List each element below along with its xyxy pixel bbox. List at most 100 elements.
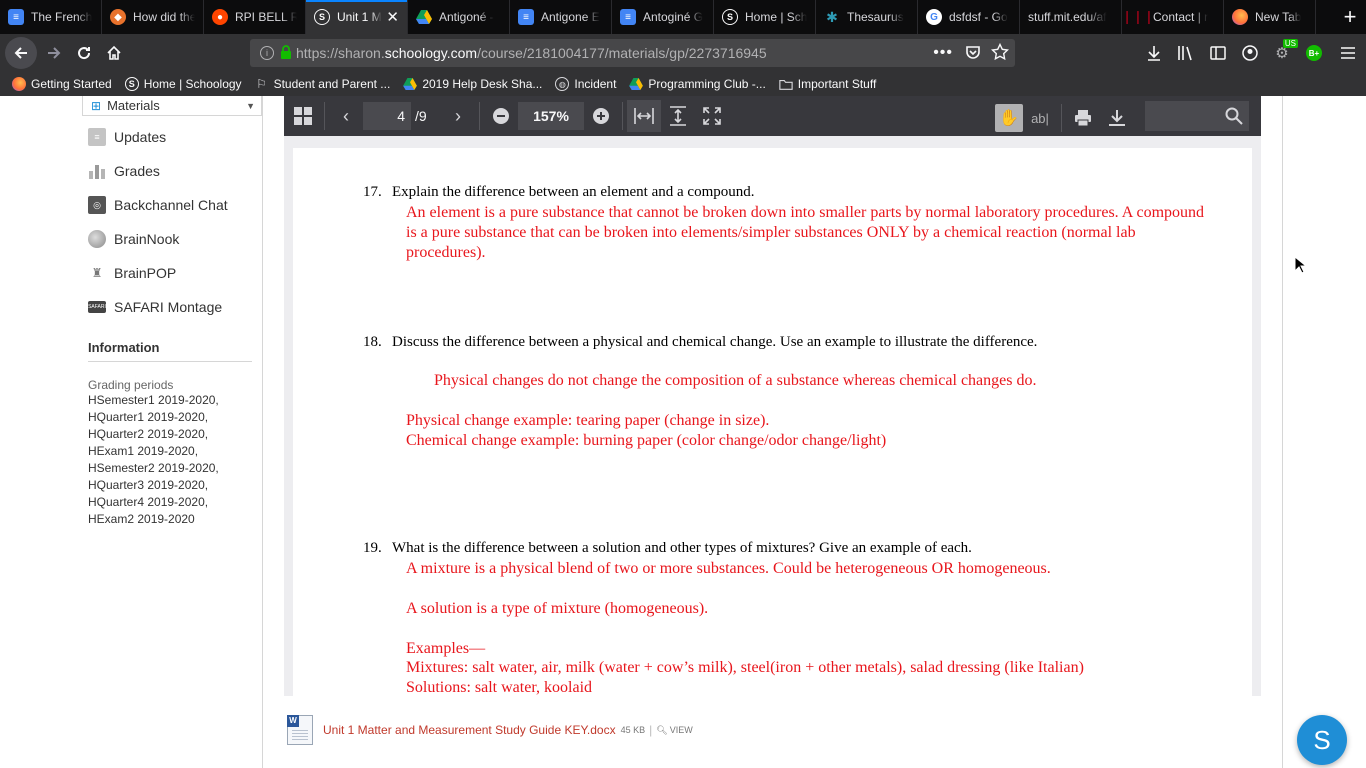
extension-us-button[interactable]: ⚙ US (1266, 38, 1298, 68)
caret-down-icon: ▼ (246, 100, 255, 111)
toolbar-divider (622, 102, 623, 130)
navigation-toolbar: i https://sharon.schoology.com/course/21… (0, 34, 1366, 72)
grading-period: HExam2 2019-2020 (88, 512, 195, 526)
back-button[interactable] (5, 37, 37, 69)
sidebar-item-updates[interactable]: ≡ Updates (82, 120, 262, 154)
bookmark-important-stuff[interactable]: Important Stuff (779, 77, 876, 91)
sidebar-toggle-button[interactable] (1202, 38, 1234, 68)
pocket-icon[interactable] (965, 44, 981, 63)
tab-active[interactable]: S Unit 1 M ✕ (306, 0, 408, 34)
print-button[interactable] (1066, 102, 1100, 134)
fullscreen-button[interactable] (695, 100, 729, 132)
menu-button[interactable] (1330, 38, 1366, 68)
download-button[interactable] (1100, 102, 1134, 134)
question-19: 19. What is the difference between a solu… (363, 540, 972, 556)
tab[interactable]: ≡ The French (0, 0, 102, 34)
bookmark-getting-started[interactable]: Getting Started (12, 77, 112, 91)
zoom-out-button[interactable] (484, 100, 518, 132)
grading-period: HExam1 2019-2020, (88, 444, 199, 458)
text-cursor-icon: ab| (1031, 110, 1049, 126)
sidebar-item-brainnook[interactable]: BrainNook (82, 222, 262, 256)
reload-button[interactable] (69, 38, 99, 68)
google-icon: G (926, 9, 942, 25)
docs-icon: ≡ (518, 9, 534, 25)
bookmark-student-parent[interactable]: ⚐ Student and Parent ... (255, 77, 390, 91)
page-actions-icon[interactable]: ••• (933, 44, 953, 62)
toolbar-divider (324, 102, 325, 130)
thumbnails-button[interactable] (286, 100, 320, 132)
url-bar[interactable]: i https://sharon.schoology.com/course/21… (250, 39, 1015, 67)
sidebar-item-grades[interactable]: Grades (82, 154, 262, 188)
bookmark-incident[interactable]: ◍ Incident (555, 77, 616, 91)
new-tab-button[interactable]: + (1334, 0, 1366, 34)
attachment-row: Unit 1 Matter and Measurement Study Guid… (287, 715, 693, 745)
tab[interactable]: S Home | Sch (714, 0, 816, 34)
word-doc-icon (287, 715, 313, 745)
safari-montage-icon: SAFARI (88, 301, 106, 313)
tab[interactable]: New Tab (1224, 0, 1316, 34)
tab[interactable]: Antigoné - (408, 0, 510, 34)
tab[interactable]: ≡ Antigone E (510, 0, 612, 34)
answer-19-solution: A solution is a type of mixture (homogen… (406, 600, 709, 617)
downloads-button[interactable] (1138, 38, 1170, 68)
page: ⊞ Materials ▼ ≡ Updates Grades ◎ Backchann… (0, 96, 1366, 768)
search-icon (1225, 107, 1243, 125)
library-button[interactable] (1170, 38, 1202, 68)
tab[interactable]: ◆ How did the (102, 0, 204, 34)
answer-18-summary: Physical changes do not change the compo… (434, 372, 1037, 389)
zoom-in-button[interactable] (584, 100, 618, 132)
answer-19-mixture: A mixture is a physical blend of two or … (406, 560, 1051, 577)
reddit-icon: ● (212, 9, 228, 25)
star-icon[interactable] (990, 42, 1010, 64)
globe-icon: ◍ (555, 77, 570, 91)
tab[interactable]: stuff.mit.edu/af (1020, 0, 1122, 34)
toolbar-divider (479, 102, 480, 130)
attachment-link[interactable]: Unit 1 Matter and Measurement Study Guid… (323, 723, 616, 737)
schoology-icon: S (722, 9, 738, 25)
bookmark-help-desk[interactable]: 2019 Help Desk Sha... (403, 77, 542, 91)
sidebar-item-backchannel-chat[interactable]: ◎ Backchannel Chat (82, 188, 262, 222)
tab[interactable]: ❘❘❘ Contact | r (1122, 0, 1224, 34)
sidebar-icon (1210, 46, 1226, 60)
tab[interactable]: ≡ Antoginé G (612, 0, 714, 34)
page-number-input[interactable]: 4 (363, 102, 411, 130)
sidebar-item-safari-montage[interactable]: SAFARI SAFARI Montage (82, 290, 262, 324)
bookmarks-toolbar: Getting Started S Home | Schoology ⚐ Stude… (0, 72, 1366, 96)
sidebar-item-materials[interactable]: ⊞ Materials ▼ (82, 96, 262, 116)
zoom-level[interactable]: 157% (518, 102, 584, 130)
next-page-button[interactable]: › (441, 100, 475, 132)
reload-icon (78, 47, 91, 60)
document-search-input[interactable] (1145, 101, 1249, 131)
view-link[interactable]: 🔍︎ VIEW (656, 725, 692, 736)
bplus-icon: B+ (1306, 45, 1322, 61)
chevron-right-icon: › (455, 105, 461, 126)
docs-icon: ≡ (8, 9, 24, 25)
fit-page-button[interactable] (661, 100, 695, 132)
schoology-help-button[interactable]: S (1297, 715, 1347, 765)
fit-width-button[interactable] (627, 100, 661, 132)
extension-badge: US (1282, 39, 1298, 48)
chat-icon: ◎ (88, 196, 106, 214)
previous-page-button[interactable]: ‹ (329, 100, 363, 132)
close-icon[interactable]: ✕ (382, 8, 399, 26)
extension-bplus-button[interactable]: B+ (1298, 38, 1330, 68)
tab[interactable]: Gdsfdsf - Go (918, 0, 1020, 34)
forward-button[interactable] (39, 38, 69, 68)
schoology-icon: S (124, 77, 139, 91)
tab[interactable]: ✱ Thesaurus (816, 0, 918, 34)
home-button[interactable] (99, 38, 129, 68)
grading-period: HSemester1 2019-2020, (88, 393, 219, 407)
brainnook-icon (88, 230, 106, 248)
library-icon (1178, 46, 1192, 61)
updates-icon: ≡ (88, 128, 106, 146)
account-button[interactable] (1234, 38, 1266, 68)
text-select-button[interactable]: ab| (1023, 102, 1057, 134)
info-icon[interactable]: i (260, 46, 274, 60)
pan-tool-button[interactable]: ✋ (995, 104, 1023, 132)
sidebar-item-brainpop[interactable]: ♜ BrainPOP (82, 256, 262, 290)
bookmark-home-schoology[interactable]: S Home | Schoology (124, 77, 242, 91)
grading-period: HQuarter3 2019-2020, (88, 478, 209, 492)
bookmark-programming-club[interactable]: Programming Club -... (629, 77, 766, 91)
left-column: ⊞ Materials ▼ ≡ Updates Grades ◎ Backchann… (0, 96, 263, 768)
tab[interactable]: ● RPI BELL R (204, 0, 306, 34)
